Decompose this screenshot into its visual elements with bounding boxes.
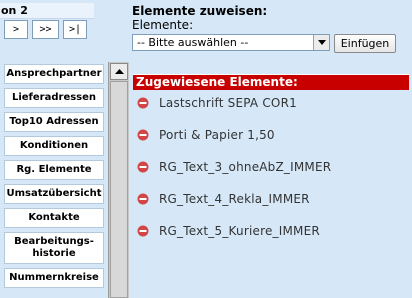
assign-elements-title: Elemente zuweisen: bbox=[132, 4, 268, 18]
skip-forward-button[interactable]: >> bbox=[32, 20, 59, 39]
assigned-item: Lastschrift SEPA COR1 bbox=[137, 95, 397, 111]
assigned-item-label: Porti & Papier 1,50 bbox=[159, 128, 275, 142]
arrow-up-icon[interactable] bbox=[110, 63, 128, 80]
menu-scrollbar[interactable] bbox=[108, 62, 129, 298]
assigned-item-label: RG_Text_3_ohneAbZ_IMMER bbox=[159, 160, 332, 174]
menu-item-umsatzuebersicht[interactable]: Umsatzübersicht bbox=[4, 184, 104, 204]
pager-title: on 2 bbox=[0, 3, 94, 19]
element-select[interactable]: -- Bitte auswählen -- bbox=[132, 34, 330, 51]
assigned-item-label: RG_Text_5_Kuriere_IMMER bbox=[159, 224, 320, 238]
remove-circle-icon[interactable] bbox=[137, 161, 149, 173]
chevron-down-icon[interactable] bbox=[313, 35, 329, 50]
menu-item-nummernkreise[interactable]: Nummernkreise bbox=[4, 268, 104, 288]
assigned-item-label: Lastschrift SEPA COR1 bbox=[159, 96, 297, 110]
next-page-button[interactable]: > bbox=[4, 20, 28, 39]
side-menu: Ansprechpartner Lieferadressen Top10 Adr… bbox=[2, 62, 104, 298]
assigned-item: RG_Text_3_ohneAbZ_IMMER bbox=[137, 159, 397, 175]
remove-circle-icon[interactable] bbox=[137, 97, 149, 109]
menu-item-bearbeitungshistorie[interactable]: Bearbeitungs- historie bbox=[4, 232, 104, 264]
assigned-item: RG_Text_5_Kuriere_IMMER bbox=[137, 223, 397, 239]
assigned-item: Porti & Papier 1,50 bbox=[137, 127, 397, 143]
menu-item-rg-elemente[interactable]: Rg. Elemente bbox=[4, 160, 104, 180]
menu-item-lieferadressen[interactable]: Lieferadressen bbox=[4, 88, 104, 108]
elements-label: Elemente: bbox=[132, 18, 194, 32]
assigned-item-label: RG_Text_4_Rekla_IMMER bbox=[159, 192, 310, 206]
remove-circle-icon[interactable] bbox=[137, 225, 149, 237]
element-select-value: -- Bitte auswählen -- bbox=[137, 36, 249, 49]
remove-circle-icon[interactable] bbox=[137, 129, 149, 141]
menu-item-ansprechpartner[interactable]: Ansprechpartner bbox=[4, 64, 104, 84]
scrollbar-thumb[interactable] bbox=[110, 81, 128, 298]
menu-item-kontakte[interactable]: Kontakte bbox=[4, 208, 104, 228]
remove-circle-icon[interactable] bbox=[137, 193, 149, 205]
assigned-item: RG_Text_4_Rekla_IMMER bbox=[137, 191, 397, 207]
menu-item-konditionen[interactable]: Konditionen bbox=[4, 136, 104, 156]
menu-item-top10-adressen[interactable]: Top10 Adressen bbox=[4, 112, 104, 132]
last-page-button[interactable]: >| bbox=[63, 20, 87, 39]
add-element-button[interactable]: Einfügen bbox=[334, 34, 396, 53]
assigned-elements-header: Zugewiesene Elemente: bbox=[133, 74, 409, 90]
